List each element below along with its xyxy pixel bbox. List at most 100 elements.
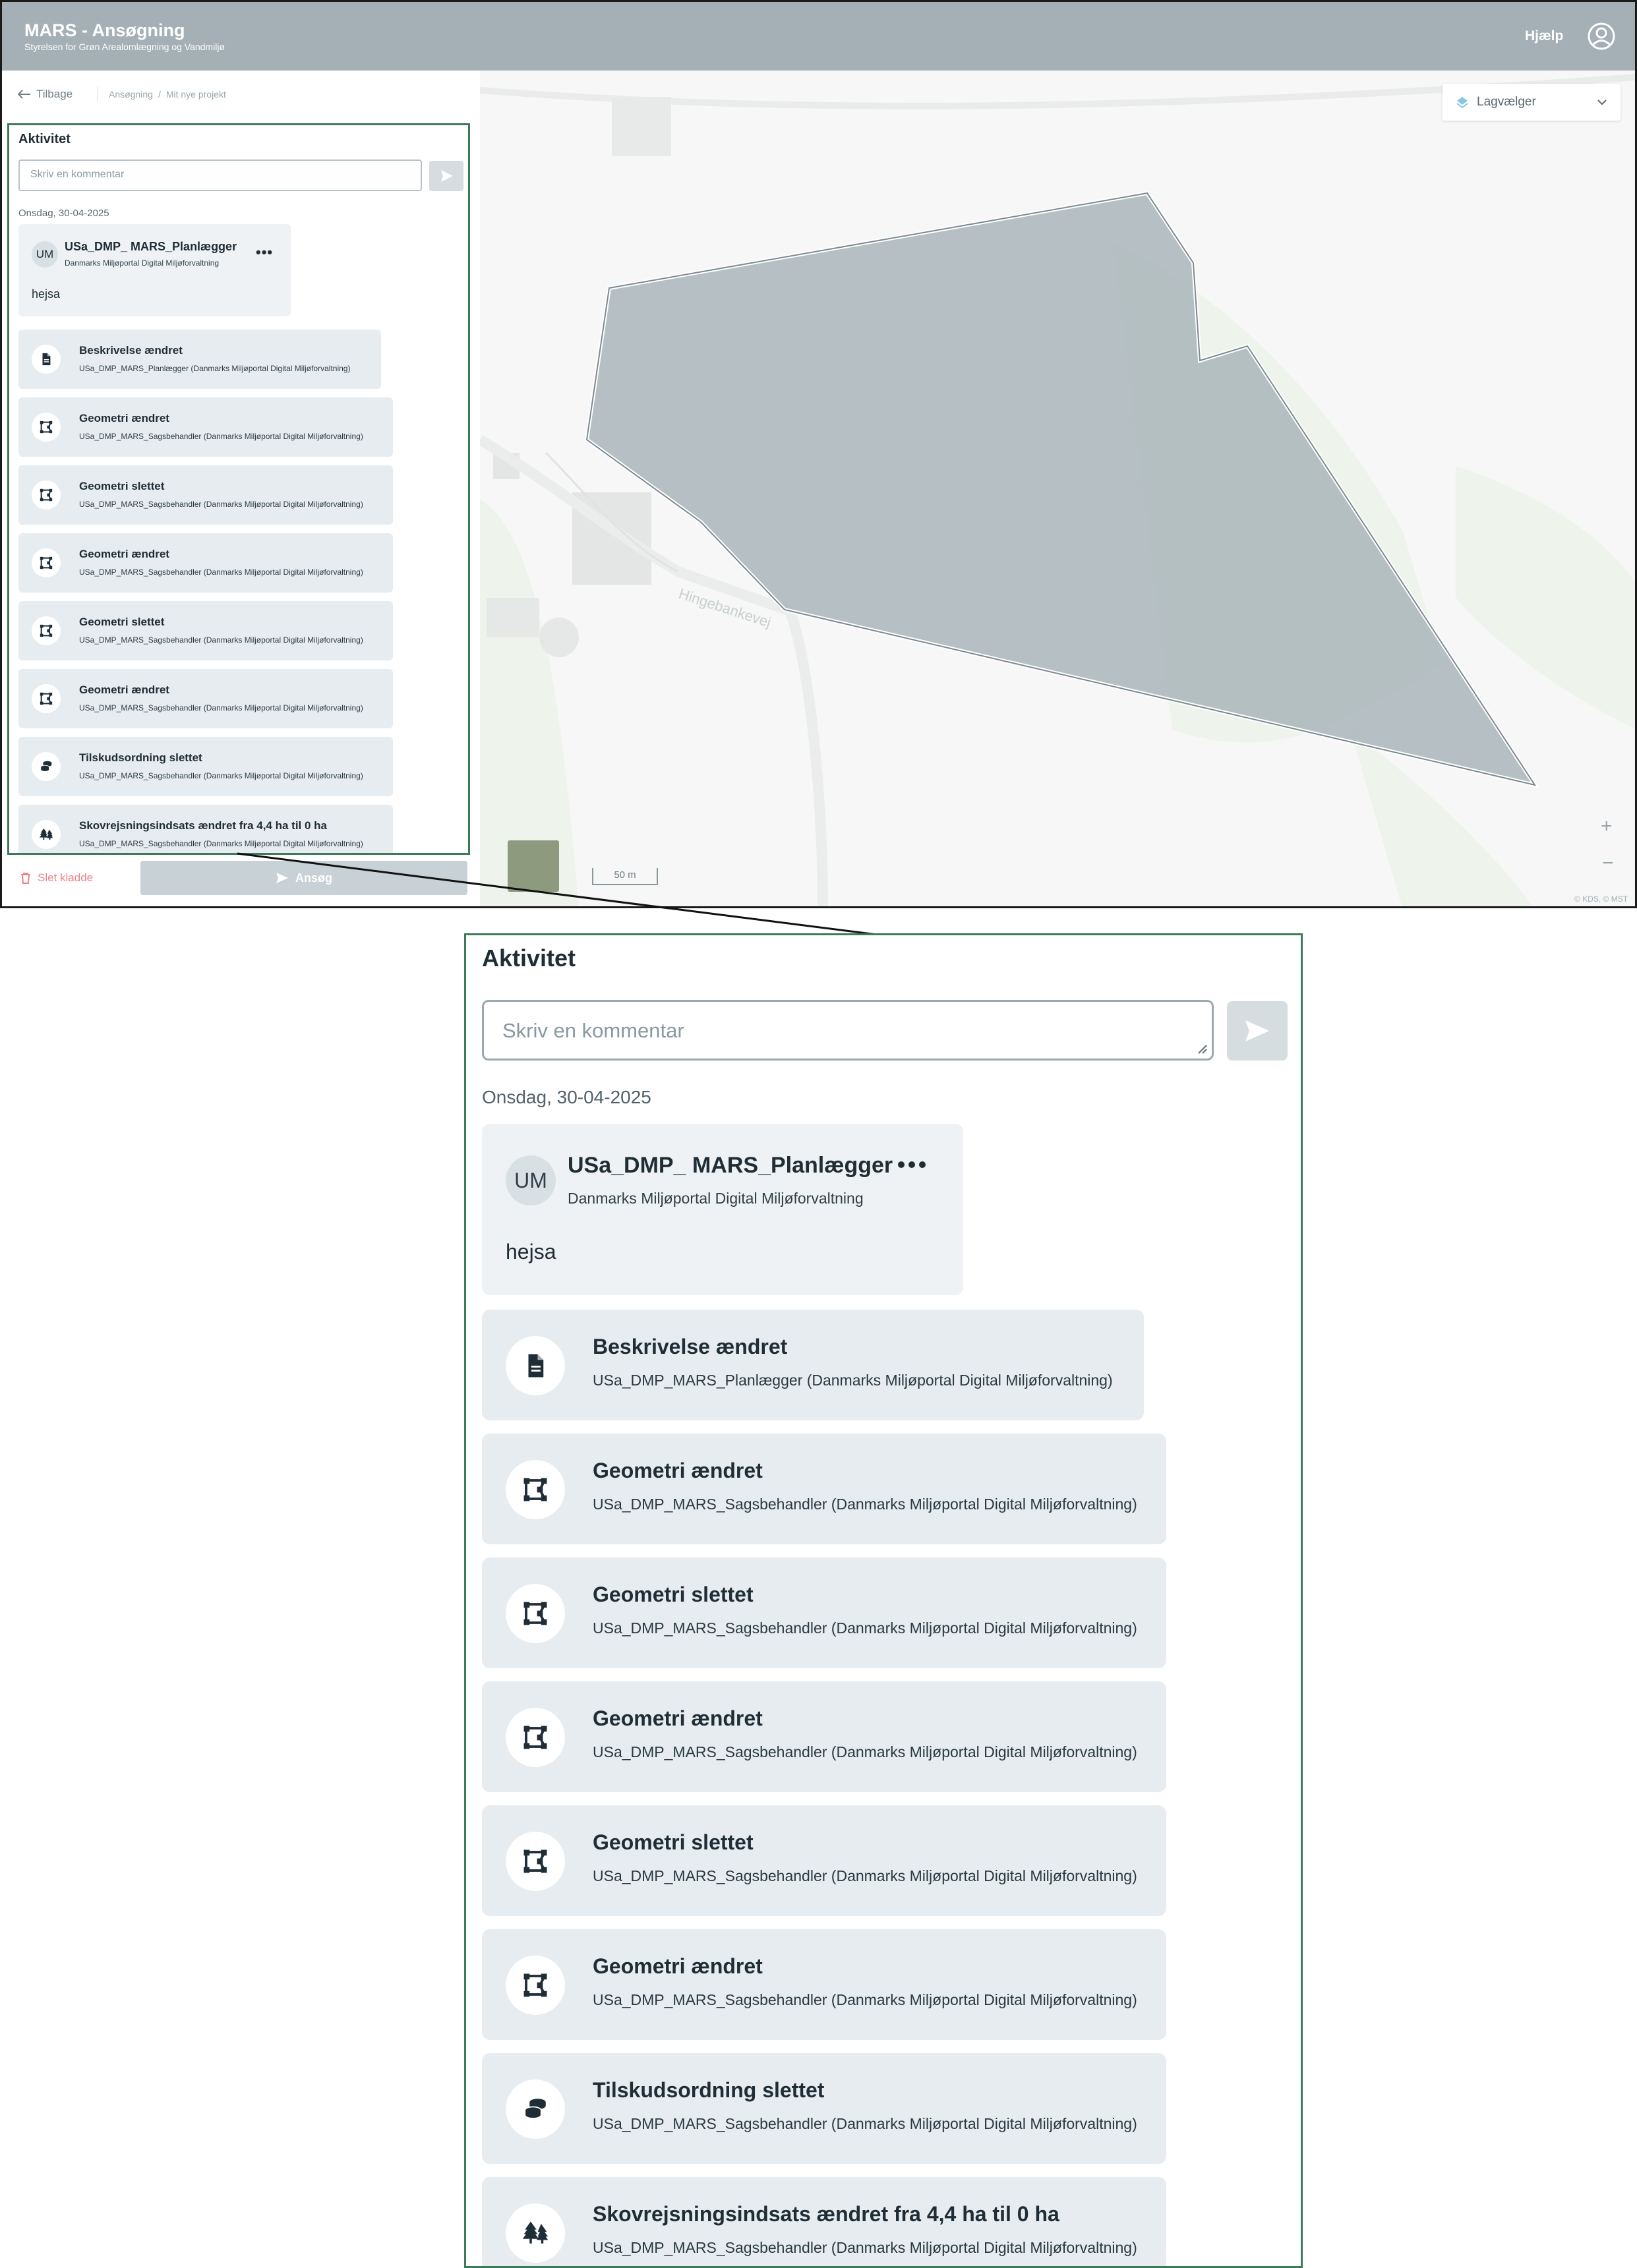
polygon-icon [32,413,61,442]
document-icon [506,1336,565,1395]
activity-panel: Aktivitet Skriv en kommentar Onsdag, 30-… [7,123,470,855]
coins-icon [32,752,61,781]
avatar: UM [32,241,58,268]
arrow-left-icon [18,90,30,99]
event-author: USa_DMP_MARS_Sagsbehandler (Danmarks Mil… [593,1991,1137,2008]
trash-icon [21,873,30,884]
back-link[interactable]: Tilbage [18,88,73,101]
breadcrumb: Ansøgning / Mit nye projekt [109,89,226,100]
comment-org: Danmarks Miljøportal Digital Miljøforval… [65,258,220,268]
basemap-thumbnail[interactable] [508,840,559,892]
more-options-icon[interactable]: ••• [256,244,273,261]
activity-event: Geometri ændret USa_DMP_MARS_Sagsbehandle… [18,397,393,457]
activity-date: Onsdag, 30-04-2025 [482,1087,651,1107]
event-title: Geometri ændret [593,1459,763,1482]
breadcrumb-item: Mit nye projekt [165,89,226,100]
zoom-in-button[interactable]: + [1601,815,1613,838]
event-title: Geometri slettet [79,480,165,492]
activity-event: Skovrejsningsindsats ændret fra 4,4 ha t… [18,805,393,853]
breadcrumb-item[interactable]: Ansøgning [109,89,153,100]
coins-icon [506,2079,565,2139]
map-view[interactable]: Hingebankevej Lagvælger 50 m + − © KDS, … [480,71,1637,908]
apply-button[interactable]: Ansøg [140,861,467,895]
help-link[interactable]: Hjælp [1525,28,1563,44]
polygon-icon [32,684,61,713]
project-area-polygon[interactable] [584,190,1539,788]
activity-panel-zoomed: Aktivitet Skriv en kommentar Onsdag, 30-… [464,933,1303,2268]
comment-author: USa_DMP_ MARS_Planlægger [65,240,237,253]
event-author: USa_DMP_MARS_Sagsbehandler (Danmarks Mil… [79,703,363,712]
event-author: USa_DMP_MARS_Planlægger (Danmarks Miljøp… [79,364,351,373]
nav-divider [97,86,98,102]
event-author: USa_DMP_MARS_Sagsbehandler (Danmarks Mil… [79,567,363,577]
send-icon [276,873,288,883]
layer-selector[interactable]: Lagvælger [1443,84,1621,121]
activity-event: Skovrejsningsindsats ændret fra 4,4 ha t… [482,2177,1166,2266]
document-icon [32,345,61,374]
activity-event: Geometri slettet USa_DMP_MARS_Sagsbehandl… [18,601,393,660]
trees-icon [32,820,61,849]
event-author: USa_DMP_MARS_Sagsbehandler (Danmarks Mil… [593,1619,1137,1637]
event-title: Geometri ændret [79,412,169,424]
comment-input[interactable]: Skriv en kommentar [18,160,422,191]
map-attribution: © KDS, © MST [1574,894,1628,904]
event-title: Geometri ændret [593,1954,763,1978]
activity-date: Onsdag, 30-04-2025 [18,208,109,219]
activity-event: Geometri ændret USa_DMP_MARS_Sagsbehandle… [482,1929,1166,2040]
activity-event: Geometri ændret USa_DMP_MARS_Sagsbehandle… [18,669,393,728]
breadcrumb-separator: / [158,89,161,100]
event-title: Tilskudsordning slettet [79,751,202,764]
event-author: USa_DMP_MARS_Sagsbehandler (Danmarks Mil… [79,500,363,509]
trees-icon [506,2203,565,2263]
comment-org: Danmarks Miljøportal Digital Miljøforval… [568,1190,864,1207]
send-comment-button[interactable] [1227,1001,1288,1061]
polygon-icon [506,1832,565,1891]
comment-card: UM USa_DMP_ MARS_Planlægger Danmarks Mil… [18,224,291,316]
map-canvas[interactable]: Hingebankevej [480,71,1637,908]
event-author: USa_DMP_MARS_Sagsbehandler (Danmarks Mil… [79,771,363,780]
user-account-icon[interactable] [1587,22,1616,51]
activity-event: Tilskudsordning slettet USa_DMP_MARS_Sags… [482,2053,1166,2164]
comment-placeholder: Skriv en kommentar [502,1019,684,1042]
event-title: Geometri slettet [79,616,165,628]
more-options-icon[interactable] [897,1158,926,1171]
chevron-down-icon [1597,100,1607,105]
activity-event: Geometri slettet USa_DMP_MARS_Sagsbehandl… [18,465,393,525]
event-title: Skovrejsningsindsats ændret fra 4,4 ha t… [593,2202,1059,2226]
polygon-icon [32,480,61,509]
zoom-out-button[interactable]: − [1602,852,1614,875]
layers-icon [1456,97,1468,109]
event-author: USa_DMP_MARS_Sagsbehandler (Danmarks Mil… [79,635,363,645]
event-author: USa_DMP_MARS_Planlægger (Danmarks Miljøp… [593,1372,1113,1389]
delete-draft-button[interactable]: Slet kladde [20,861,93,894]
activity-event: Geometri ændret USa_DMP_MARS_Sagsbehandle… [482,1681,1166,1792]
resize-grip-icon[interactable] [1196,1043,1208,1055]
app-window: MARS - Ansøgning Styrelsen for Grøn Area… [0,0,1637,908]
activity-title: Aktivitet [482,945,576,972]
event-title: Geometri slettet [593,1583,754,1606]
activity-event: Geometri slettet USa_DMP_MARS_Sagsbehandl… [482,1805,1166,1916]
event-title: Beskrivelse ændret [79,344,183,357]
app-title: MARS - Ansøgning [24,20,185,40]
event-author: USa_DMP_MARS_Sagsbehandler (Danmarks Mil… [593,2115,1137,2132]
polygon-icon [32,548,61,577]
scale-bar: 50 m [592,868,658,885]
activity-event: Geometri slettet USa_DMP_MARS_Sagsbehandl… [482,1557,1166,1668]
activity-event: Tilskudsordning slettet USa_DMP_MARS_Sags… [18,737,393,796]
event-author: USa_DMP_MARS_Sagsbehandler (Danmarks Mil… [593,1496,1137,1513]
event-title: Skovrejsningsindsats ændret fra 4,4 ha t… [79,819,328,832]
comment-author: USa_DMP_ MARS_Planlægger [568,1153,893,1178]
event-title: Geometri ændret [79,548,169,560]
event-author: USa_DMP_MARS_Sagsbehandler (Danmarks Mil… [593,1743,1137,1760]
event-author: USa_DMP_MARS_Sagsbehandler (Danmarks Mil… [79,432,363,441]
activity-event: Beskrivelse ændret USa_DMP_MARS_Planlægge… [18,330,381,389]
comment-text: hejsa [32,287,61,301]
comment-card: UM USa_DMP_ MARS_Planlægger Danmarks Mil… [482,1124,963,1295]
event-author: USa_DMP_MARS_Sagsbehandler (Danmarks Mil… [593,1867,1137,1884]
event-title: Geometri ændret [593,1706,763,1730]
comment-input[interactable]: Skriv en kommentar [482,1000,1214,1061]
send-comment-button[interactable] [429,161,463,191]
polygon-icon [32,616,61,645]
comment-text: hejsa [506,1240,556,1264]
event-title: Geometri ændret [79,683,169,696]
